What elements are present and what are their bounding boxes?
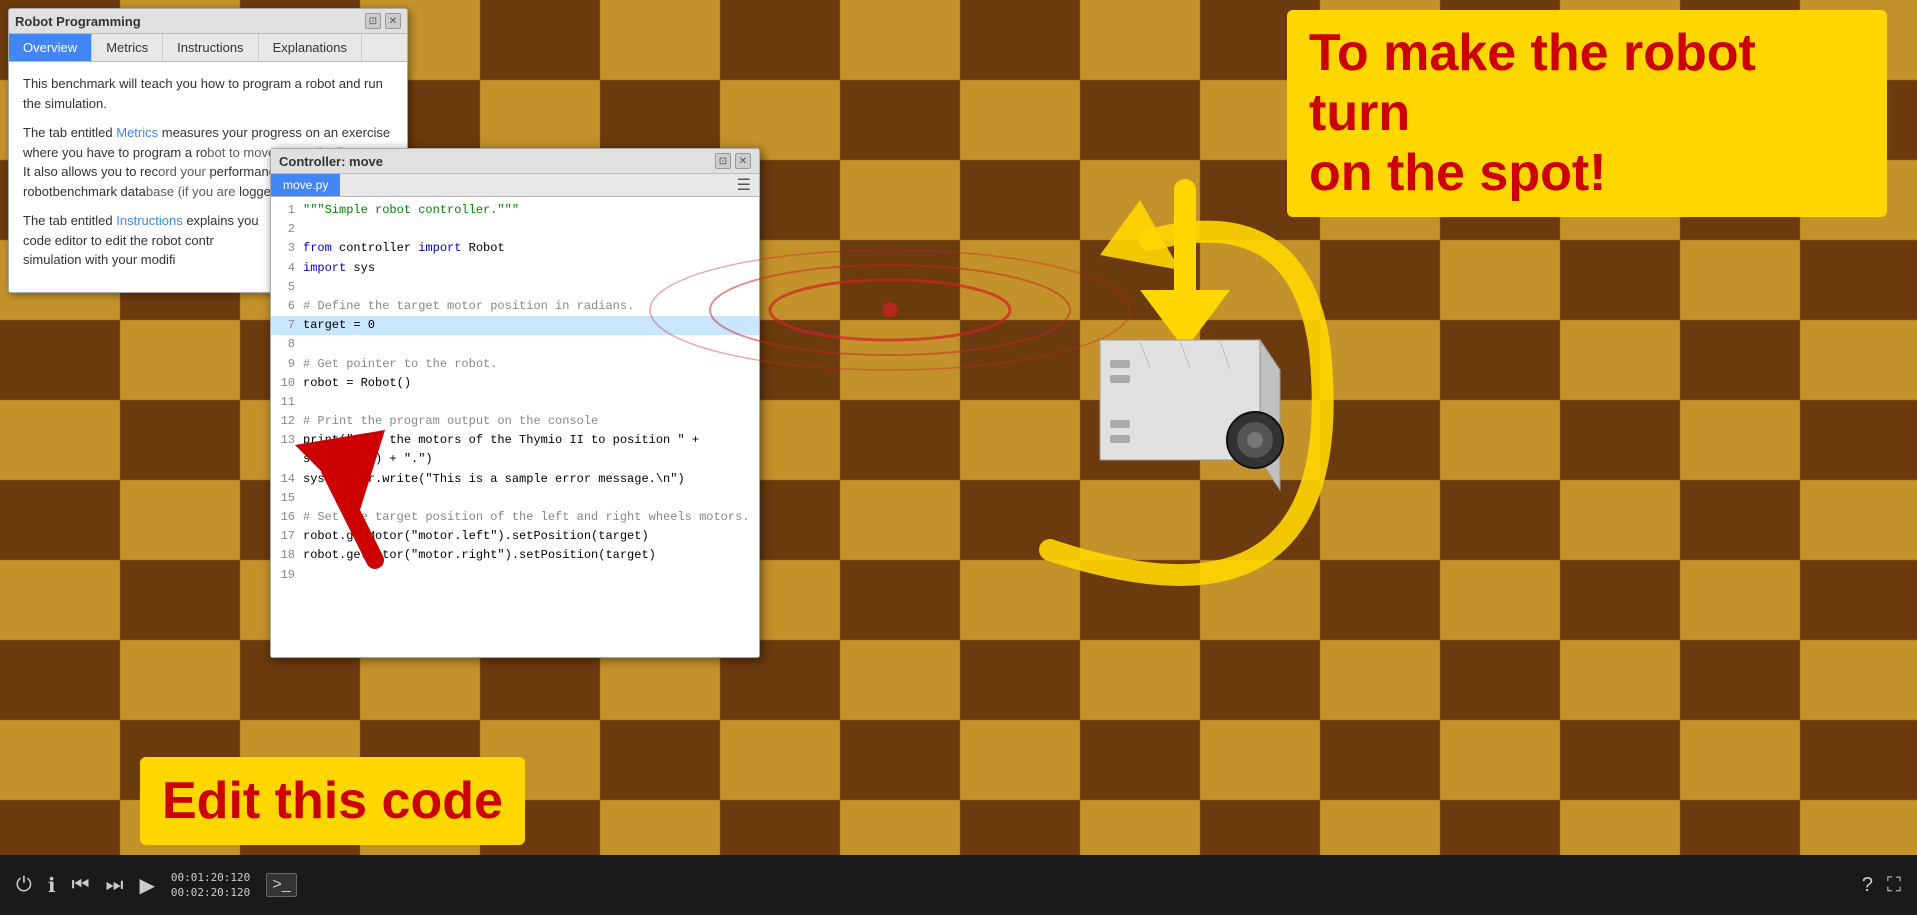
panel-titlebar: Robot Programming ⊡ ✕ bbox=[9, 9, 407, 34]
panel-title: Robot Programming bbox=[15, 14, 141, 29]
metrics-link[interactable]: Metrics bbox=[116, 125, 158, 140]
bottom-toolbar: ⏻ ℹ ⏮ ⏭ ▶ 00:01:20:120 00:02:20:120 >_ ?… bbox=[0, 855, 1917, 915]
fullscreen-icon[interactable]: ⛶ bbox=[1887, 874, 1901, 897]
terminal-icon[interactable]: >_ bbox=[266, 873, 296, 897]
turn-annotation: To make the robot turnon the spot! bbox=[1287, 10, 1887, 217]
panel-controls: ⊡ ✕ bbox=[365, 13, 401, 29]
time2: 00:02:20:120 bbox=[171, 885, 250, 900]
edit-text: Edit this code bbox=[162, 772, 503, 830]
code-editor[interactable]: 1"""Simple robot controller."""23from co… bbox=[271, 197, 759, 657]
controller-titlebar: Controller: move ⊡ ✕ bbox=[271, 149, 759, 174]
edit-annotation: Edit this code bbox=[140, 757, 525, 845]
tab-metrics[interactable]: Metrics bbox=[92, 34, 163, 61]
play-icon[interactable]: ▶ bbox=[139, 873, 154, 898]
tab-move-py[interactable]: move.py bbox=[271, 174, 340, 196]
power-icon[interactable]: ⏻ bbox=[16, 874, 32, 897]
time1: 00:01:20:120 bbox=[171, 870, 250, 885]
skip-back-icon[interactable]: ⏮ bbox=[71, 874, 89, 897]
help-icon[interactable]: ? bbox=[1862, 874, 1873, 897]
controller-panel: Controller: move ⊡ ✕ move.py ☰ 1"""Simpl… bbox=[270, 148, 760, 658]
panel-close-button[interactable]: ✕ bbox=[385, 13, 401, 29]
panel-tabs: Overview Metrics Instructions Explanatio… bbox=[9, 34, 407, 62]
time-display: 00:01:20:120 00:02:20:120 bbox=[171, 870, 250, 901]
controller-resize-button[interactable]: ⊡ bbox=[715, 153, 731, 169]
controller-title: Controller: move bbox=[279, 154, 383, 169]
skip-forward-icon[interactable]: ⏭ bbox=[105, 874, 123, 897]
instructions-link[interactable]: Instructions bbox=[116, 213, 182, 228]
turn-text: To make the robot turnon the spot! bbox=[1309, 24, 1756, 202]
tab-instructions[interactable]: Instructions bbox=[163, 34, 258, 61]
tab-overview[interactable]: Overview bbox=[9, 34, 92, 61]
controller-menu-icon[interactable]: ☰ bbox=[737, 175, 751, 195]
panel-resize-button[interactable]: ⊡ bbox=[365, 13, 381, 29]
controller-controls: ⊡ ✕ bbox=[715, 153, 751, 169]
controller-close-button[interactable]: ✕ bbox=[735, 153, 751, 169]
controller-tabs: move.py ☰ bbox=[271, 174, 759, 197]
info-icon[interactable]: ℹ bbox=[48, 873, 56, 898]
bottom-right-icons: ? ⛶ bbox=[1862, 874, 1901, 897]
overview-para-1: This benchmark will teach you how to pro… bbox=[23, 74, 393, 113]
tab-explanations[interactable]: Explanations bbox=[259, 34, 362, 61]
